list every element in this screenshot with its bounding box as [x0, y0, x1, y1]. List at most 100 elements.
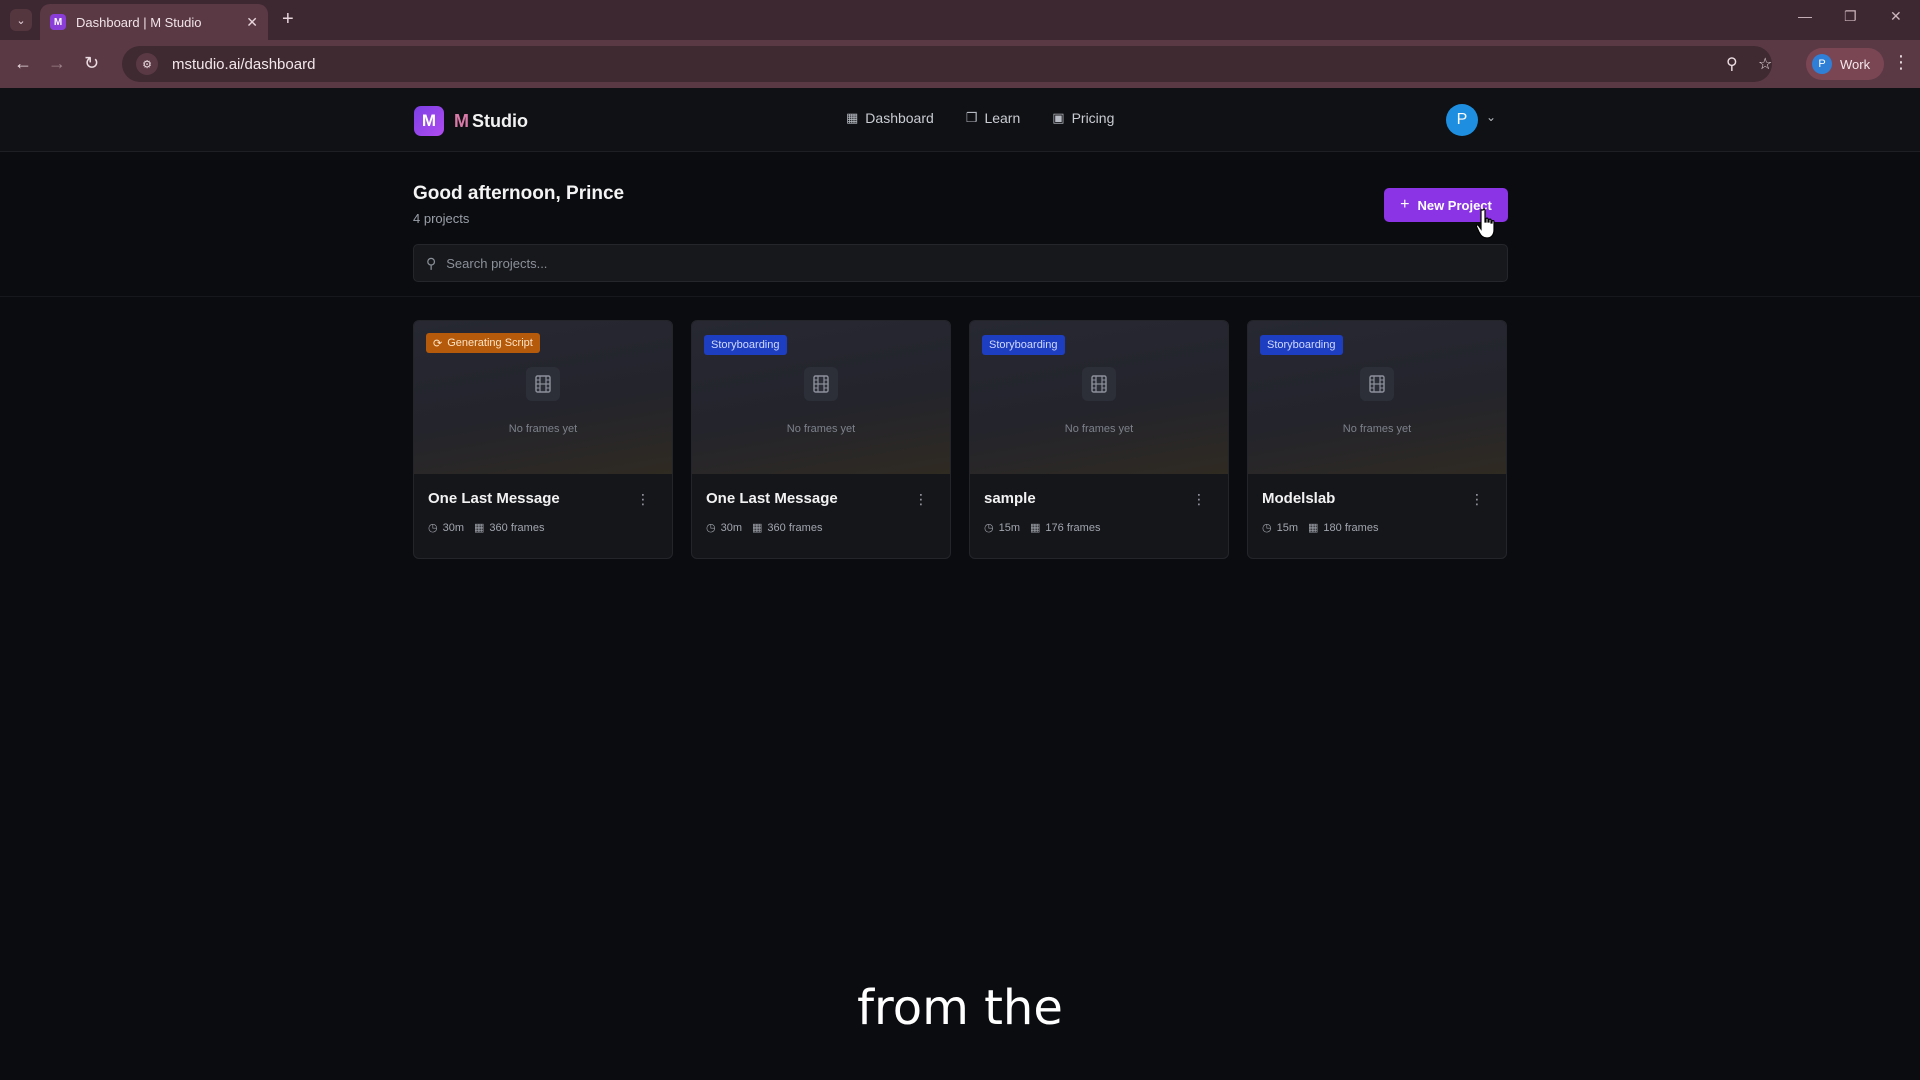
- project-meta: One Last Message ◷ 30m ▦ 360 frames: [692, 474, 950, 534]
- nav-label: Learn: [984, 110, 1021, 126]
- chevron-down-icon[interactable]: ⌄: [1486, 110, 1496, 124]
- kebab-icon[interactable]: ⋮: [914, 491, 928, 508]
- logo[interactable]: M M Studio: [414, 106, 528, 136]
- browser-tab[interactable]: M Dashboard | M Studio ✕: [40, 4, 268, 40]
- tab-list-icon[interactable]: ⌄: [10, 9, 32, 31]
- close-icon[interactable]: ✕: [246, 14, 258, 31]
- project-thumbnail: Storyboarding No frames yet: [1248, 321, 1506, 474]
- project-stats: ◷ 15m ▦ 180 frames: [1262, 521, 1492, 535]
- project-duration: 30m: [442, 521, 465, 534]
- frames-icon: ▦: [1030, 522, 1041, 534]
- kebab-icon[interactable]: ⋮: [1192, 491, 1206, 508]
- frames-icon: ▦: [474, 522, 485, 534]
- status-badge: ⟳ Generating Script: [426, 333, 540, 353]
- video-caption: from the: [857, 980, 1063, 1036]
- project-name: sample: [984, 490, 1036, 507]
- film-icon: [526, 367, 560, 401]
- frames-icon: ▦: [1308, 522, 1319, 534]
- project-thumbnail: ⟳ Generating Script No frames yet: [414, 321, 672, 474]
- back-icon[interactable]: ←: [14, 53, 32, 74]
- plus-icon[interactable]: +: [282, 8, 294, 31]
- project-meta: One Last Message ◷ 30m ▦ 360 frames: [414, 474, 672, 534]
- browser-address-bar: ← → ↻ ⚙ mstudio.ai/dashboard ⚲ ☆ P Work …: [0, 40, 1920, 88]
- nav-dashboard[interactable]: ▦ Dashboard: [846, 110, 934, 126]
- project-frames: 360 frames: [489, 521, 545, 534]
- project-stats: ◷ 30m ▦ 360 frames: [706, 521, 936, 535]
- search-input[interactable]: [446, 255, 1447, 271]
- nav-learn[interactable]: ❒ Learn: [966, 110, 1020, 126]
- project-frames: 176 frames: [1045, 521, 1101, 534]
- project-card[interactable]: ⟳ Generating Script No frames yet One La…: [413, 320, 673, 559]
- project-stats: ◷ 15m ▦ 176 frames: [984, 521, 1214, 535]
- project-grid: ⟳ Generating Script No frames yet One La…: [413, 320, 1507, 559]
- book-icon: ❒: [965, 110, 978, 125]
- film-icon: [1082, 367, 1116, 401]
- minimize-icon[interactable]: —: [1798, 8, 1812, 24]
- project-duration: 30m: [720, 521, 743, 534]
- project-meta: Modelslab ◷ 15m ▦ 180 frames: [1248, 474, 1506, 534]
- kebab-icon[interactable]: ⋮: [1892, 52, 1910, 73]
- project-duration: 15m: [998, 521, 1021, 534]
- project-duration: 15m: [1276, 521, 1299, 534]
- frames-icon: ▦: [752, 522, 763, 534]
- profile-button[interactable]: P Work: [1806, 48, 1884, 80]
- project-stats: ◷ 30m ▦ 360 frames: [428, 521, 658, 535]
- url-bar[interactable]: ⚙ mstudio.ai/dashboard: [122, 46, 1772, 82]
- kebab-icon[interactable]: ⋮: [1470, 491, 1484, 508]
- tab-title: Dashboard | M Studio: [76, 14, 202, 30]
- empty-frames-text: No frames yet: [786, 423, 856, 435]
- project-name: Modelslab: [1262, 490, 1336, 507]
- app-header: M M Studio ▦ Dashboard ❒ Learn ▣ Pricing…: [0, 88, 1920, 152]
- status-badge: Storyboarding: [1260, 335, 1343, 355]
- status-badge: Storyboarding: [704, 335, 787, 355]
- profile-avatar: P: [1812, 54, 1832, 74]
- project-card[interactable]: Storyboarding No frames yet sample ◷ 15m …: [969, 320, 1229, 559]
- zoom-icon[interactable]: ⚲: [1726, 54, 1738, 74]
- plus-icon: +: [1400, 196, 1410, 213]
- url-text: mstudio.ai/dashboard: [172, 55, 316, 73]
- project-frames: 360 frames: [767, 521, 823, 534]
- nav-label: Pricing: [1071, 110, 1115, 126]
- film-icon: [804, 367, 838, 401]
- project-frames: 180 frames: [1323, 521, 1379, 534]
- film-icon: [1360, 367, 1394, 401]
- clock-icon: ◷: [706, 522, 716, 534]
- search-bar[interactable]: ⚲: [413, 244, 1508, 282]
- user-avatar[interactable]: P: [1446, 104, 1478, 136]
- project-thumbnail: Storyboarding No frames yet: [692, 321, 950, 474]
- restore-icon[interactable]: ❐: [1844, 8, 1857, 25]
- empty-frames-text: No frames yet: [508, 423, 578, 435]
- empty-frames-text: No frames yet: [1342, 423, 1412, 435]
- logo-studio: Studio: [472, 110, 528, 131]
- window-close-icon[interactable]: ✕: [1890, 8, 1902, 25]
- star-icon[interactable]: ☆: [1758, 54, 1772, 74]
- site-settings-icon[interactable]: ⚙: [136, 53, 158, 75]
- project-name: One Last Message: [428, 490, 560, 507]
- divider: [0, 296, 1920, 297]
- clock-icon: ◷: [1262, 522, 1272, 534]
- forward-icon[interactable]: →: [48, 53, 66, 74]
- grid-icon: ▦: [846, 110, 859, 125]
- project-thumbnail: Storyboarding No frames yet: [970, 321, 1228, 474]
- card-icon: ▣: [1052, 110, 1065, 125]
- kebab-icon[interactable]: ⋮: [636, 491, 650, 508]
- clock-icon: ◷: [984, 522, 994, 534]
- nav-pricing[interactable]: ▣ Pricing: [1052, 110, 1114, 126]
- clock-icon: ◷: [428, 522, 438, 534]
- logo-mark-icon: M: [414, 106, 444, 136]
- favicon-icon: M: [50, 14, 66, 30]
- hand-cursor-icon: [1475, 208, 1495, 239]
- browser-tab-bar: ⌄ M Dashboard | M Studio ✕ + — ❐ ✕: [0, 0, 1920, 40]
- reload-icon[interactable]: ↻: [84, 53, 99, 74]
- status-label: Generating Script: [447, 337, 533, 349]
- loading-icon: ⟳: [433, 337, 443, 350]
- project-name: One Last Message: [706, 490, 838, 507]
- project-card[interactable]: Storyboarding No frames yet Modelslab ◷ 1…: [1247, 320, 1507, 559]
- nav-label: Dashboard: [865, 110, 934, 126]
- status-badge: Storyboarding: [982, 335, 1065, 355]
- project-card[interactable]: Storyboarding No frames yet One Last Mes…: [691, 320, 951, 559]
- search-icon: ⚲: [426, 254, 437, 271]
- project-count: 4 projects: [413, 211, 470, 226]
- logo-m: M: [454, 110, 469, 131]
- page-title: Good afternoon, Prince: [413, 183, 625, 204]
